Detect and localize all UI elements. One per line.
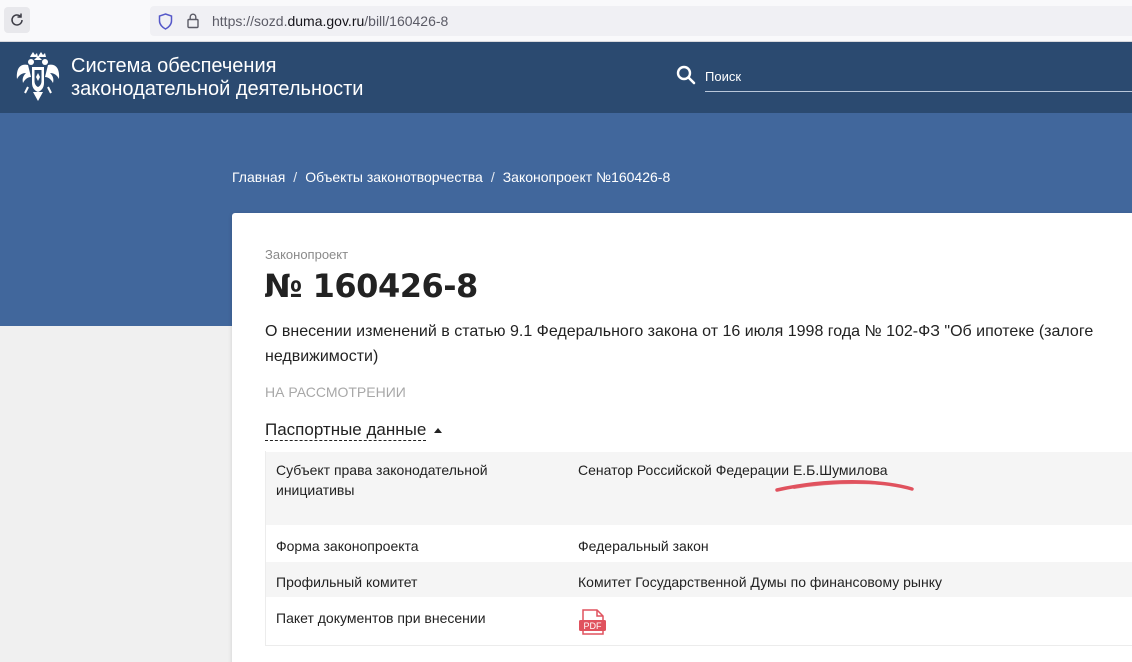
table-row: Субъект права законодательной инициативы… — [266, 451, 1132, 525]
passport-value-form: Федеральный закон — [578, 538, 709, 554]
caret-up-icon — [434, 428, 443, 433]
url-text[interactable]: https://sozd.duma.gov.ru/bill/160426-8 — [212, 13, 448, 29]
passport-key-committee: Профильный комитет — [276, 574, 418, 590]
site-header: Система обеспечения законодательной деят… — [0, 42, 1132, 113]
passport-value-committee[interactable]: Комитет Государственной Думы по финансов… — [568, 562, 1132, 597]
pdf-icon-label: PDF — [584, 621, 603, 631]
passport-value-documents: PDF — [568, 598, 1132, 645]
breadcrumb-home-link[interactable]: Главная — [232, 169, 285, 185]
bill-type-label: Законопроект — [265, 247, 349, 262]
search-icon[interactable] — [676, 65, 696, 85]
breadcrumb-current-page: Законопроект №160426-8 — [502, 169, 671, 185]
passport-key-initiator: Субъект права законодательной инициативы — [276, 462, 488, 498]
bill-number-heading: № 160426-8 — [264, 267, 478, 305]
status-badge: НА РАССМОТРЕНИИ — [265, 384, 406, 400]
reload-button[interactable] — [4, 7, 30, 33]
passport-key-documents: Пакет документов при внесении — [276, 610, 486, 626]
bill-title: О внесении изменений в статью 9.1 Федера… — [265, 323, 1094, 365]
lock-icon[interactable] — [186, 12, 200, 29]
breadcrumb-separator: / — [490, 169, 495, 185]
reload-icon — [11, 13, 23, 26]
double-headed-eagle-emblem-icon[interactable] — [14, 51, 62, 103]
url-path: /bill/160426-8 — [364, 13, 449, 29]
red-highlight-underline — [775, 480, 914, 492]
shield-icon[interactable] — [158, 13, 173, 30]
breadcrumb-separator: / — [293, 169, 298, 185]
breadcrumb: Главная / Объекты законотворчества / Законоп… — [232, 169, 670, 185]
search-input[interactable] — [705, 62, 1132, 92]
passport-data-toggle[interactable]: Паспортные данные — [265, 420, 443, 441]
browser-toolbar: https://sozd.duma.gov.ru/bill/160426-8 — [0, 0, 1132, 42]
breadcrumb-lawmaking-objects-link[interactable]: Объекты законотворчества — [305, 169, 483, 185]
url-domain: duma.gov.ru — [287, 13, 365, 29]
url-prefix: https://sozd. — [212, 13, 288, 29]
passport-key-form: Форма законопроекта — [276, 538, 419, 554]
table-row: Пакет документов при внесении PDF — [266, 597, 1132, 645]
bill-card: Законопроект № 160426-8 О внесении измен… — [232, 213, 1132, 662]
passport-table: Субъект права законодательной инициативы… — [265, 451, 1132, 646]
passport-data-toggle-label: Паспортные данные — [265, 420, 427, 441]
pdf-icon[interactable]: PDF — [578, 608, 608, 636]
table-row: Форма законопроекта Федеральный закон — [266, 525, 1132, 561]
passport-value-initiator[interactable]: Сенатор Российской Федерации Е.Б.Шумилов… — [568, 452, 1132, 525]
table-row: Профильный комитет Комитет Государственн… — [266, 561, 1132, 597]
site-title[interactable]: Система обеспечения законодательной деят… — [71, 55, 363, 101]
